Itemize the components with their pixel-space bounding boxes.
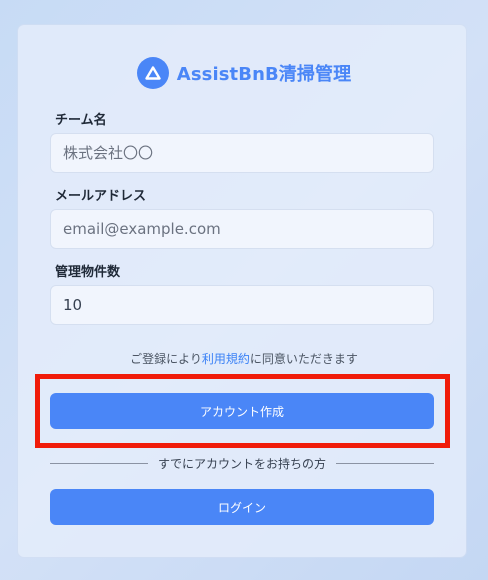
highlight-box [35, 374, 450, 448]
email-label: メールアドレス [55, 189, 147, 204]
property-count-input[interactable] [50, 285, 434, 325]
existing-account-divider: すでにアカウントをお持ちの方 [50, 455, 434, 471]
brand-header: AssistBnB清掃管理 [0, 55, 488, 91]
triangle-logo-icon [136, 57, 169, 89]
divider-line-left [50, 462, 148, 464]
property-count-label: 管理物件数 [55, 265, 121, 280]
terms-suffix: に同意いただきます [249, 352, 358, 366]
login-button[interactable]: ログイン [50, 489, 434, 525]
brand-title: AssistBnB清掃管理 [176, 64, 352, 85]
divider-line-right [336, 462, 434, 464]
email-input[interactable] [50, 209, 434, 249]
team-name-label: チーム名 [55, 113, 107, 128]
terms-of-service-link[interactable]: 利用規約 [202, 352, 250, 366]
terms-prefix: ご登録により [130, 352, 202, 366]
divider-text: すでにアカウントをお持ちの方 [157, 456, 327, 471]
team-name-input[interactable] [50, 133, 434, 173]
terms-notice: ご登録により利用規約に同意いただきます [0, 350, 488, 367]
